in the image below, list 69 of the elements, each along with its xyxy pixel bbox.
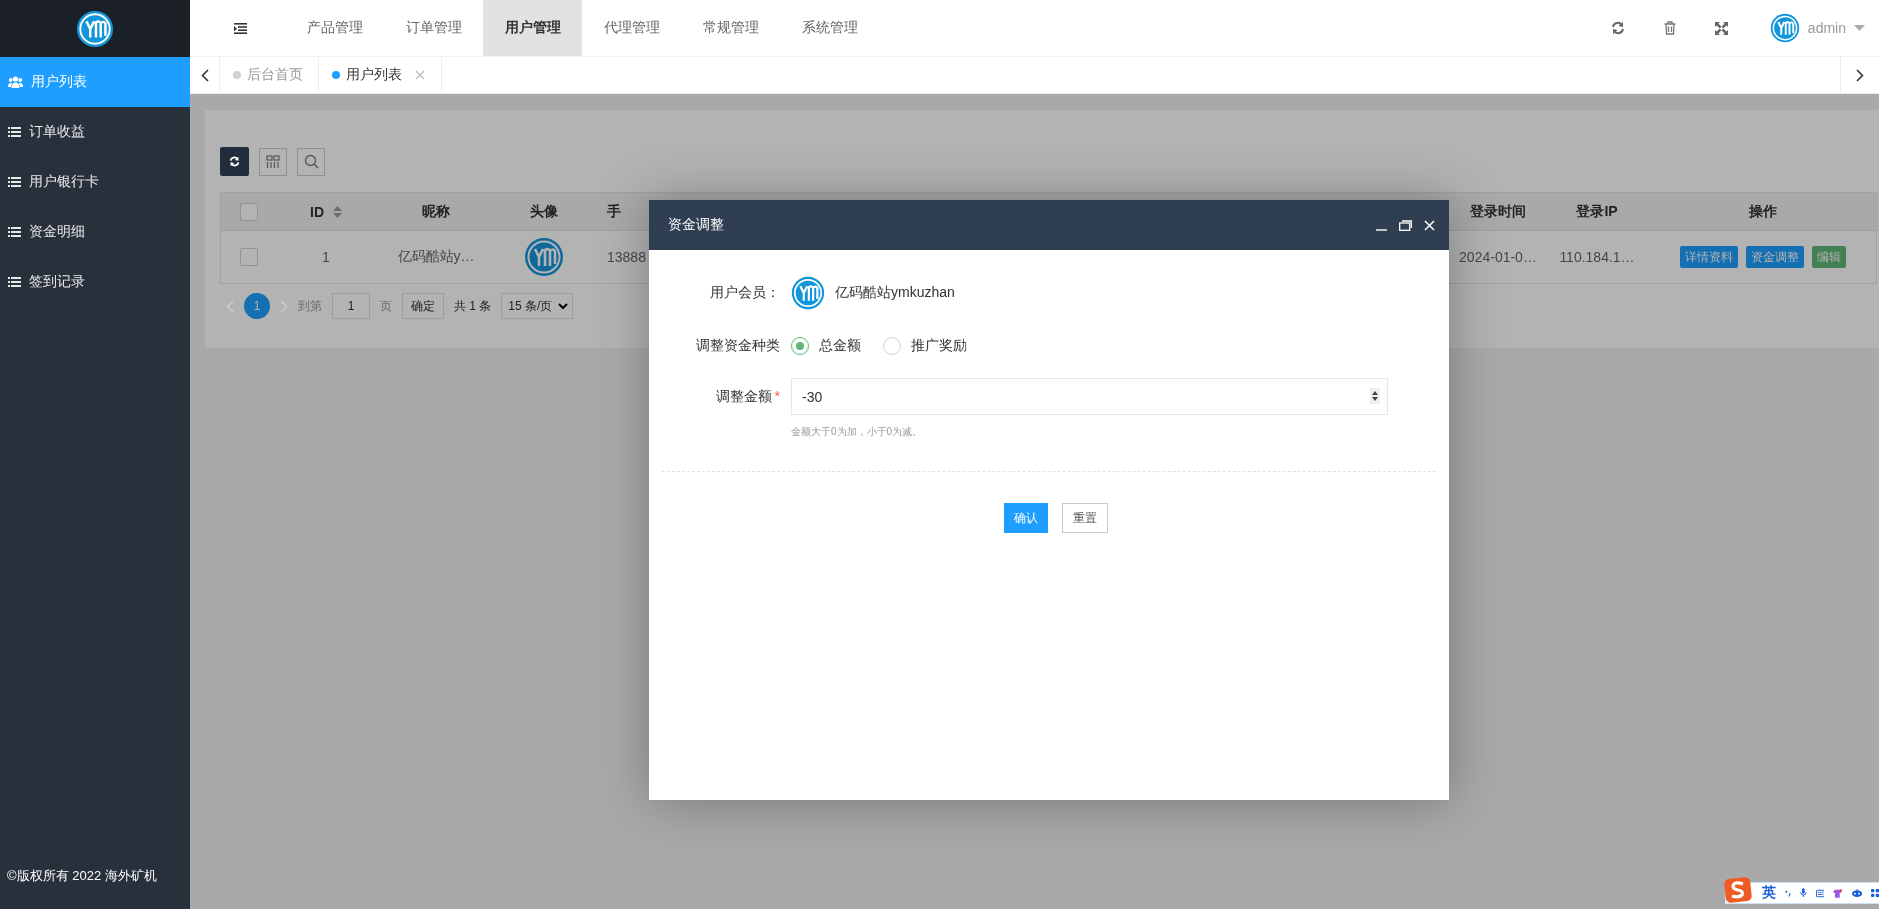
sidebar-item[interactable]: 用户银行卡 [0, 157, 190, 207]
copyright-text: ©版权所有 2022 海外矿机 [6, 867, 158, 885]
radio-label[interactable]: 推广奖励 [911, 337, 967, 355]
table-cell-text: 1 [321, 248, 331, 267]
column-header: 登录IP [1546, 193, 1648, 231]
fullscreen-icon[interactable] [1715, 21, 1729, 35]
column-header: 登录时间 [1450, 193, 1546, 231]
list-icon [8, 126, 21, 138]
nav-tab[interactable]: 订单管理 [384, 0, 483, 56]
nav-tab[interactable]: 系统管理 [780, 0, 879, 56]
type-label: 调整资金种类 [695, 337, 780, 355]
refresh-icon[interactable] [1610, 21, 1625, 35]
amount-label: 调整金额 [715, 387, 772, 406]
table-cell-text: 13888 [606, 248, 647, 267]
search-icon [303, 154, 319, 169]
amount-hint: 金额大于0为加，小于0为减。 [791, 425, 924, 439]
goto-label: 到第 [298, 297, 322, 315]
nav-tab[interactable]: 代理管理 [582, 0, 681, 56]
checkbox[interactable] [239, 202, 258, 221]
table-cell-text: 亿码酷站y… [396, 247, 476, 266]
dot-icon [233, 71, 241, 79]
chevron-down-icon[interactable] [558, 302, 569, 310]
page-unit-label: 页 [380, 297, 392, 315]
page-size-select[interactable]: 15 条/页 [501, 293, 574, 319]
users-icon [8, 76, 23, 88]
page-input[interactable]: 1 [332, 293, 370, 319]
checkbox[interactable] [239, 248, 258, 266]
table-cell-text: 2024-01-0… [1458, 248, 1538, 267]
reset-button[interactable]: 重置 [1062, 503, 1108, 533]
confirm-button[interactable]: 确定 [402, 293, 444, 319]
list-icon [8, 226, 21, 238]
menu-icon[interactable] [233, 22, 247, 34]
column-header: 手 [591, 193, 650, 231]
total-count: 共 1 条 [454, 297, 492, 315]
page-tab[interactable]: 用户列表 [319, 57, 442, 93]
dialog-title: 资金调整 [668, 216, 724, 234]
list-icon [8, 176, 21, 188]
trash-icon[interactable] [1663, 21, 1676, 35]
nav-tab[interactable]: 常规管理 [681, 0, 780, 56]
amount-field[interactable]: -30 [791, 378, 1388, 415]
refresh-button[interactable] [220, 147, 249, 176]
sidebar-item[interactable]: 签到记录 [0, 257, 190, 307]
member-label: 用户会员： [709, 284, 780, 302]
member-name: 亿码酷站ymkuzhan [835, 284, 955, 302]
avatar-icon [1769, 13, 1800, 43]
sidebar-item[interactable]: 订单收益 [0, 107, 190, 157]
search-button[interactable] [297, 147, 325, 176]
column-header: 操作 [1648, 193, 1878, 231]
avatar-icon [791, 276, 825, 310]
avatar-icon [523, 237, 564, 277]
nav-tab[interactable]: 用户管理 [483, 0, 582, 56]
column-header[interactable]: ID [276, 193, 376, 231]
columns-button[interactable] [259, 147, 287, 176]
chevron-left-icon[interactable] [200, 68, 209, 82]
refresh-icon [229, 156, 240, 167]
dot-icon [332, 71, 340, 79]
column-header: 头像 [496, 193, 591, 231]
radio-label[interactable]: 总金额 [819, 337, 861, 355]
logo-icon [76, 9, 114, 48]
list-icon [8, 276, 21, 288]
columns-icon [266, 154, 280, 169]
column-header: 昵称 [376, 193, 496, 231]
table-cell-text: 110.184.1… [1558, 248, 1636, 267]
spinner-icon[interactable] [1370, 388, 1380, 404]
required-mark: * [774, 387, 780, 406]
nav-tab[interactable]: 产品管理 [285, 0, 384, 56]
sidebar-item[interactable]: 资金明细 [0, 207, 190, 257]
chevron-right-icon[interactable] [1856, 68, 1864, 82]
restore-icon[interactable] [1399, 219, 1412, 231]
